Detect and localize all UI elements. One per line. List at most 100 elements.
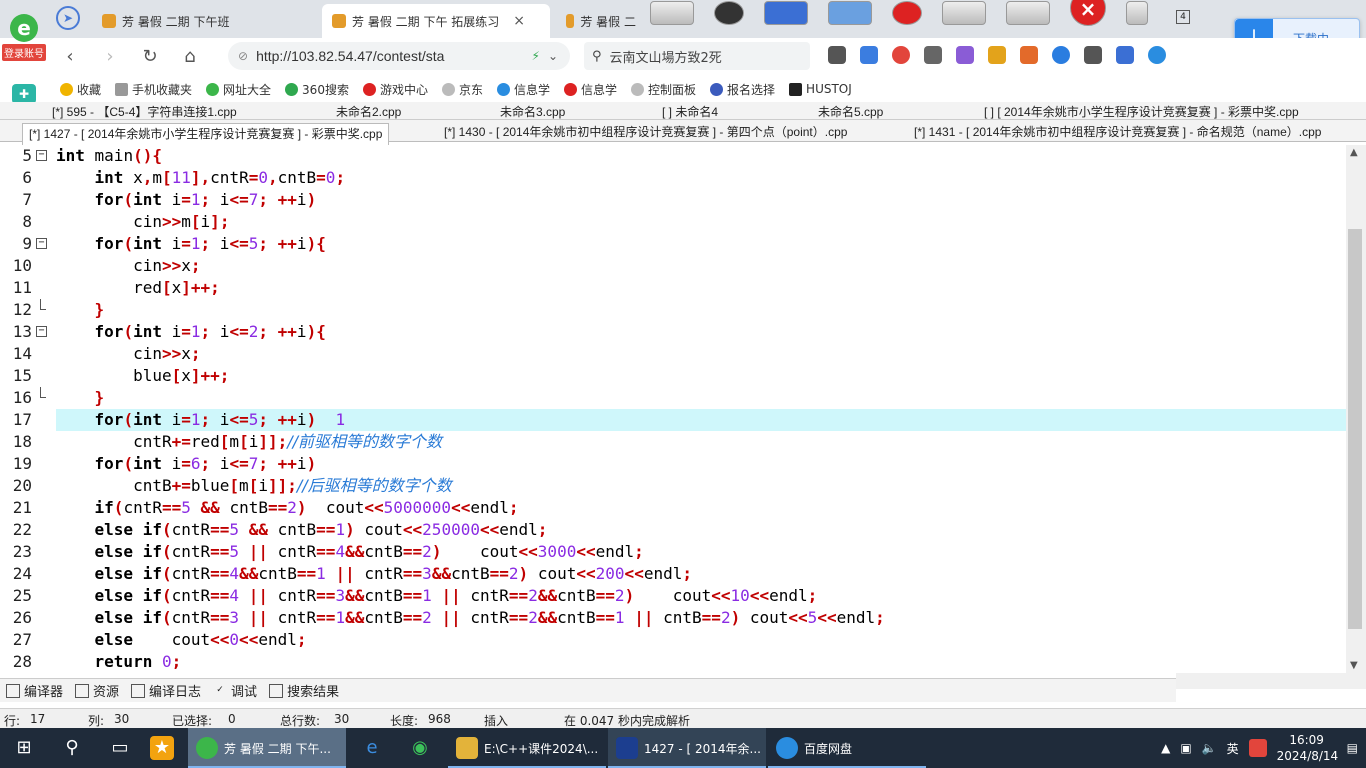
- undo-tool-icon[interactable]: [650, 1, 694, 25]
- url-field[interactable]: ⊘ http://103.82.54.47/contest/sta ⚡ ⌄: [228, 42, 570, 70]
- camera-tool-icon[interactable]: [714, 1, 744, 25]
- code-line[interactable]: 12 }: [0, 299, 1346, 321]
- code-line[interactable]: 25 else if(cntR==4 || cntR==3&&cntB==1 |…: [0, 585, 1346, 607]
- bookmark-item[interactable]: 报名选择: [710, 81, 775, 98]
- find-icon[interactable]: [1052, 46, 1070, 64]
- scroll-down-icon[interactable]: ▼: [1350, 660, 1358, 671]
- code-line[interactable]: 24 else if(cntR==4&&cntB==1 || cntR==3&&…: [0, 563, 1346, 585]
- tab-resources[interactable]: 资源: [75, 681, 119, 700]
- code-editor[interactable]: 5− int main(){6 int x,m[11],cntR=0,cntB=0…: [0, 145, 1346, 673]
- code-line[interactable]: 5− int main(){: [0, 145, 1346, 167]
- browser-tab-2[interactable]: 芳 暑假 二期 下午 拓展练习 ×: [322, 4, 550, 38]
- code-line[interactable]: 28 return 0;: [0, 651, 1346, 673]
- file-tab[interactable]: [*] 595 - 【C5-4】字符串连接1.cpp: [52, 103, 237, 120]
- code-line[interactable]: 6 int x,m[11],cntR=0,cntB=0;: [0, 167, 1346, 189]
- tab-compiler[interactable]: 编译器: [6, 681, 63, 700]
- code-line[interactable]: 20 cntB+=blue[m[i]];//后驱相等的数字个数: [0, 475, 1346, 497]
- reader-icon[interactable]: [828, 46, 846, 64]
- code-line[interactable]: 22 else if(cntR==5 && cntB==1) cout<<250…: [0, 519, 1346, 541]
- task-view-icon[interactable]: ▭: [108, 736, 132, 760]
- bookmark-item[interactable]: 游戏中心: [362, 81, 428, 98]
- search-input[interactable]: ⚲ 云南文山場方致2死: [584, 42, 810, 70]
- code-line[interactable]: 8 cin>>m[i];: [0, 211, 1346, 233]
- game-icon[interactable]: [1020, 46, 1038, 64]
- back-icon[interactable]: ‹: [50, 46, 90, 67]
- fold-toggle-icon[interactable]: −: [36, 238, 47, 249]
- apps-grid-icon[interactable]: [1084, 46, 1102, 64]
- file-tab[interactable]: 未命名3.cpp: [500, 103, 565, 120]
- scroll-up-icon[interactable]: ▲: [1350, 147, 1358, 158]
- notification-icon[interactable]: ▤: [1347, 741, 1358, 755]
- forward-icon[interactable]: ›: [90, 46, 130, 67]
- code-line[interactable]: 18 cntR+=red[m[i]];//前驱相等的数字个数: [0, 431, 1346, 453]
- chevron-down-icon[interactable]: ⌄: [548, 49, 558, 63]
- browser-nav-icon[interactable]: ➤: [56, 6, 80, 30]
- record-tool-icon[interactable]: [892, 1, 922, 25]
- code-line[interactable]: 15 blue[x]++;: [0, 365, 1346, 387]
- bookmark-item[interactable]: 网址大全: [206, 81, 271, 98]
- translate-icon[interactable]: [956, 46, 974, 64]
- code-line[interactable]: 23 else if(cntR==5 || cntR==4&&cntB==2) …: [0, 541, 1346, 563]
- shield-icon[interactable]: [988, 46, 1006, 64]
- tray-chevron-icon[interactable]: ▲: [1161, 741, 1170, 755]
- bookmark-item[interactable]: 控制面板: [631, 81, 696, 98]
- pin-tool-icon[interactable]: [1126, 1, 1148, 25]
- file-tab[interactable]: 未命名5.cpp: [818, 103, 883, 120]
- vertical-scrollbar[interactable]: ▲ ▼: [1346, 145, 1366, 673]
- fold-toggle-icon[interactable]: −: [36, 326, 47, 337]
- pen-tool-icon[interactable]: [764, 1, 808, 25]
- bookmark-item[interactable]: 收藏: [60, 81, 101, 98]
- code-line[interactable]: 19 for(int i=6; i<=7; ++i): [0, 453, 1346, 475]
- ie-icon[interactable]: e: [360, 736, 384, 760]
- sogou-icon[interactable]: [1248, 739, 1267, 757]
- close-tool-icon[interactable]: ×: [1070, 0, 1106, 26]
- ai-icon[interactable]: [1116, 46, 1134, 64]
- board-tool-icon[interactable]: [828, 1, 872, 25]
- bookmark-item[interactable]: 京东: [441, 81, 483, 98]
- file-tab[interactable]: 未命名2.cpp: [336, 103, 401, 120]
- taskbar-app-baidu-pan[interactable]: 百度网盘: [768, 728, 926, 768]
- search-icon[interactable]: ⚲: [60, 736, 84, 760]
- bookmark-item[interactable]: 信息学: [564, 81, 617, 98]
- taskbar-app-explorer[interactable]: E:\C++课件2024\...: [448, 728, 606, 768]
- code-line[interactable]: 13− for(int i=1; i<=2; ++i){: [0, 321, 1346, 343]
- horizontal-scrollbar[interactable]: [1176, 673, 1366, 689]
- file-tab[interactable]: [*] 1431 - [ 2014年余姚市初中组程序设计竞赛复赛 ] - 命名规…: [914, 123, 1321, 140]
- code-line[interactable]: 11 red[x]++;: [0, 277, 1346, 299]
- favorites-app-icon[interactable]: ★: [150, 736, 174, 760]
- code-line[interactable]: 10 cin>>x;: [0, 255, 1346, 277]
- home-icon[interactable]: ⌂: [170, 46, 210, 67]
- scroll-thumb[interactable]: [1348, 229, 1362, 629]
- sync-icon[interactable]: [1148, 46, 1166, 64]
- taskbar-app-devcpp[interactable]: 1427 - [ 2014年余...: [608, 728, 766, 768]
- side-panel-icon[interactable]: ✚: [12, 84, 36, 104]
- login-badge[interactable]: 登录账号: [2, 44, 46, 61]
- wechat-icon[interactable]: ◉: [408, 736, 432, 760]
- screen2-tool-icon[interactable]: [1006, 1, 1050, 25]
- reload-icon[interactable]: ↻: [130, 46, 170, 67]
- network-icon[interactable]: ▣: [1180, 741, 1191, 755]
- window-count-badge[interactable]: 4: [1176, 10, 1190, 24]
- browser-tab-3[interactable]: 芳 暑假 二: [556, 4, 646, 38]
- tab-close-icon[interactable]: ×: [513, 13, 525, 29]
- ime-indicator[interactable]: 英: [1227, 740, 1239, 757]
- screenshot-icon[interactable]: [924, 46, 942, 64]
- tab-debug[interactable]: ✓ 调试: [213, 681, 257, 701]
- file-tab[interactable]: [ ] 未命名4: [662, 103, 718, 120]
- bookmark-item[interactable]: 信息学: [496, 81, 550, 98]
- file-tab-active[interactable]: [*] 1427 - [ 2014年余姚市小学生程序设计竞赛复赛 ] - 彩票中…: [22, 123, 390, 145]
- code-line[interactable]: 16 }: [0, 387, 1346, 409]
- speed-mode-icon[interactable]: ⚡: [532, 49, 540, 63]
- browser-tab-1[interactable]: 芳 暑假 二期 下午班: [92, 4, 318, 38]
- tab-compile-log[interactable]: 编译日志: [131, 681, 201, 700]
- code-line[interactable]: 9− for(int i=1; i<=5; ++i){: [0, 233, 1346, 255]
- code-line[interactable]: 26 else if(cntR==3 || cntR==1&&cntB==2 |…: [0, 607, 1346, 629]
- bookmark-item[interactable]: 360搜索: [285, 81, 349, 98]
- tab-search-results[interactable]: 搜索结果: [269, 681, 339, 700]
- file-tab[interactable]: [*] 1430 - [ 2014年余姚市初中组程序设计竞赛复赛 ] - 第四个…: [444, 123, 847, 140]
- file-tab[interactable]: [ ] [ 2014年余姚市小学生程序设计竞赛复赛 ] - 彩票中奖.cpp: [984, 103, 1299, 120]
- bookmark-item[interactable]: HUSTOJ: [789, 82, 852, 96]
- code-line[interactable]: 14 cin>>x;: [0, 343, 1346, 365]
- taskbar-app-browser[interactable]: 芳 暑假 二期 下午...: [188, 728, 346, 768]
- fold-toggle-icon[interactable]: −: [36, 150, 47, 161]
